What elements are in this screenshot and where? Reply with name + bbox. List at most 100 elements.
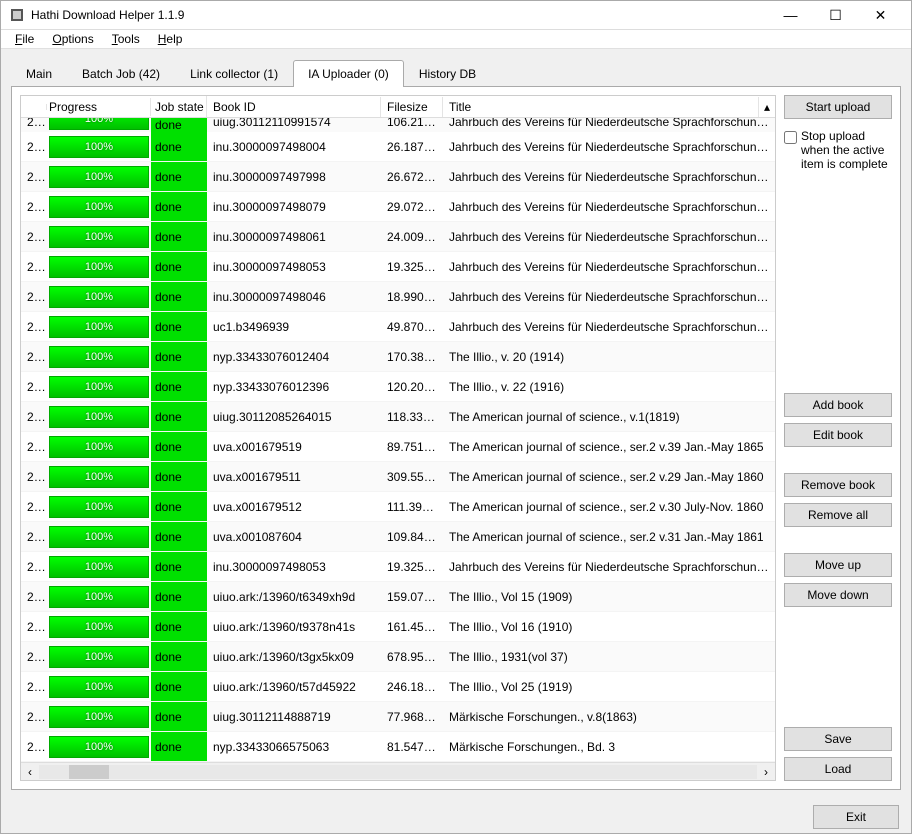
load-button[interactable]: Load [784, 757, 892, 781]
table-row[interactable]: 292100%doneuva.x001087604109.840 KBThe A… [21, 522, 775, 552]
tab-history[interactable]: History DB [404, 60, 491, 87]
table-row[interactable]: 286100%donenyp.33433076012404170.387 KBT… [21, 342, 775, 372]
row-index: 281 [21, 197, 47, 217]
progress-bar: 100% [49, 526, 149, 548]
progress-bar: 100% [49, 136, 149, 158]
filesize-cell: 678.958 KB [381, 647, 443, 667]
state-cell: done [151, 402, 207, 431]
table-row[interactable]: 285100%doneuc1.b349693949.870 KBJahrbuch… [21, 312, 775, 342]
row-index: 296 [21, 647, 47, 667]
menu-tools[interactable]: Tools [104, 30, 148, 48]
window-title: Hathi Download Helper 1.1.9 [31, 8, 768, 22]
scroll-left-icon[interactable]: ‹ [21, 765, 39, 779]
menu-file[interactable]: File [7, 30, 42, 48]
tab-link[interactable]: Link collector (1) [175, 60, 293, 87]
title-cell: Jahrbuch des Vereins für Niederdeutsche … [443, 167, 775, 187]
table-row[interactable]: 280100%doneinu.3000009749799826.672 KBJa… [21, 162, 775, 192]
menu-help[interactable]: Help [150, 30, 191, 48]
table-row[interactable]: 296100%doneuiuo.ark:/13960/t3gx5kx09678.… [21, 642, 775, 672]
table-row[interactable]: 284100%doneinu.3000009749804618.990 KBJa… [21, 282, 775, 312]
progress-cell: 100% [47, 404, 151, 430]
scroll-right-icon[interactable]: › [757, 765, 775, 779]
table-row[interactable]: 298100%doneuiug.3011211488871977.968 KBM… [21, 702, 775, 732]
upload-table: Progress Job state Book ID Filesize Titl… [20, 95, 776, 781]
start-upload-button[interactable]: Start upload [784, 95, 892, 119]
table-row[interactable]: 294100%doneuiuo.ark:/13960/t6349xh9d159.… [21, 582, 775, 612]
table-row[interactable]: 291100%doneuva.x001679512111.395 KBThe A… [21, 492, 775, 522]
edit-book-button[interactable]: Edit book [784, 423, 892, 447]
state-cell: done [151, 462, 207, 491]
horizontal-scrollbar[interactable]: ‹ › [21, 762, 775, 780]
progress-cell: 100% [47, 134, 151, 160]
state-cell: done [151, 612, 207, 641]
bookid-cell: uiuo.ark:/13960/t57d45922 [207, 677, 381, 697]
title-cell: The Illio., v. 20 (1914) [443, 347, 775, 367]
row-index: 288 [21, 407, 47, 427]
row-index: 283 [21, 257, 47, 277]
progress-bar: 100% [49, 706, 149, 728]
add-book-button[interactable]: Add book [784, 393, 892, 417]
table-row[interactable]: 281100%doneinu.3000009749807929.072 KBJa… [21, 192, 775, 222]
move-down-button[interactable]: Move down [784, 583, 892, 607]
col-bookid[interactable]: Book ID [207, 97, 381, 117]
title-cell: Jahrbuch des Vereins für Niederdeutsche … [443, 197, 775, 217]
scroll-track[interactable] [39, 765, 757, 779]
state-cell: done [151, 672, 207, 701]
progress-cell: 100% [47, 314, 151, 340]
table-row[interactable]: 278100%doneuiug.30112110991574106.216 KB… [21, 118, 775, 132]
maximize-button[interactable]: ☐ [813, 1, 858, 29]
menu-options[interactable]: Options [44, 30, 101, 48]
table-row[interactable]: 287100%donenyp.33433076012396120.201 KBT… [21, 372, 775, 402]
tab-batch[interactable]: Batch Job (42) [67, 60, 175, 87]
filesize-cell: 19.325 KB [381, 557, 443, 577]
progress-bar: 100% [49, 346, 149, 368]
close-button[interactable]: ✕ [858, 1, 903, 29]
table-row[interactable]: 283100%doneinu.3000009749805319.325 KBJa… [21, 252, 775, 282]
title-cell: Märkische Forschungen., v.8(1863) [443, 707, 775, 727]
progress-bar: 100% [49, 646, 149, 668]
col-index[interactable] [21, 104, 47, 110]
col-state[interactable]: Job state [151, 96, 207, 117]
table-row[interactable]: 290100%doneuva.x001679511309.555 KBThe A… [21, 462, 775, 492]
col-title[interactable]: Title [443, 97, 759, 117]
table-row[interactable]: 293100%doneinu.3000009749805319.325 KBJa… [21, 552, 775, 582]
row-index: 287 [21, 377, 47, 397]
table-row[interactable]: 299100%donenyp.3343306657506381.547 KBMä… [21, 732, 775, 762]
table-row[interactable]: 288100%doneuiug.30112085264015118.333 KB… [21, 402, 775, 432]
filesize-cell: 159.075 KB [381, 587, 443, 607]
progress-bar: 100% [49, 316, 149, 338]
stop-upload-checkbox[interactable]: Stop upload when the active item is comp… [784, 129, 892, 171]
tab-main[interactable]: Main [11, 60, 67, 87]
remove-all-button[interactable]: Remove all [784, 503, 892, 527]
stop-upload-input[interactable] [784, 131, 797, 144]
row-index: 289 [21, 437, 47, 457]
tab-ia-uploader[interactable]: IA Uploader (0) [293, 60, 404, 87]
filesize-cell: 19.325 KB [381, 257, 443, 277]
table-row[interactable]: 295100%doneuiuo.ark:/13960/t9378n41s161.… [21, 612, 775, 642]
minimize-button[interactable]: — [768, 1, 813, 29]
sort-indicator-icon[interactable]: ▴ [759, 100, 775, 114]
bookid-cell: inu.30000097497998 [207, 167, 381, 187]
scroll-thumb[interactable] [69, 765, 109, 779]
title-cell: Jahrbuch des Vereins für Niederdeutsche … [443, 257, 775, 277]
move-up-button[interactable]: Move up [784, 553, 892, 577]
row-index: 298 [21, 707, 47, 727]
state-cell: done [151, 522, 207, 551]
table-row[interactable]: 297100%doneuiuo.ark:/13960/t57d45922246.… [21, 672, 775, 702]
bookid-cell: nyp.33433066575063 [207, 737, 381, 757]
row-index: 282 [21, 227, 47, 247]
exit-button[interactable]: Exit [813, 805, 899, 829]
col-progress[interactable]: Progress [47, 98, 151, 116]
bookid-cell: inu.30000097498053 [207, 257, 381, 277]
table-row[interactable]: 279100%doneinu.3000009749800426.187 KBJa… [21, 132, 775, 162]
filesize-cell: 26.672 KB [381, 167, 443, 187]
save-button[interactable]: Save [784, 727, 892, 751]
bookid-cell: nyp.33433076012396 [207, 377, 381, 397]
table-row[interactable]: 282100%doneinu.3000009749806124.009 KBJa… [21, 222, 775, 252]
remove-book-button[interactable]: Remove book [784, 473, 892, 497]
table-body[interactable]: 278100%doneuiug.30112110991574106.216 KB… [21, 118, 775, 762]
col-filesize[interactable]: Filesize [381, 97, 443, 117]
table-row[interactable]: 289100%doneuva.x00167951989.751 KBThe Am… [21, 432, 775, 462]
tab-bar: Main Batch Job (42) Link collector (1) I… [11, 59, 901, 87]
title-cell: The Illio., 1931(vol 37) [443, 647, 775, 667]
